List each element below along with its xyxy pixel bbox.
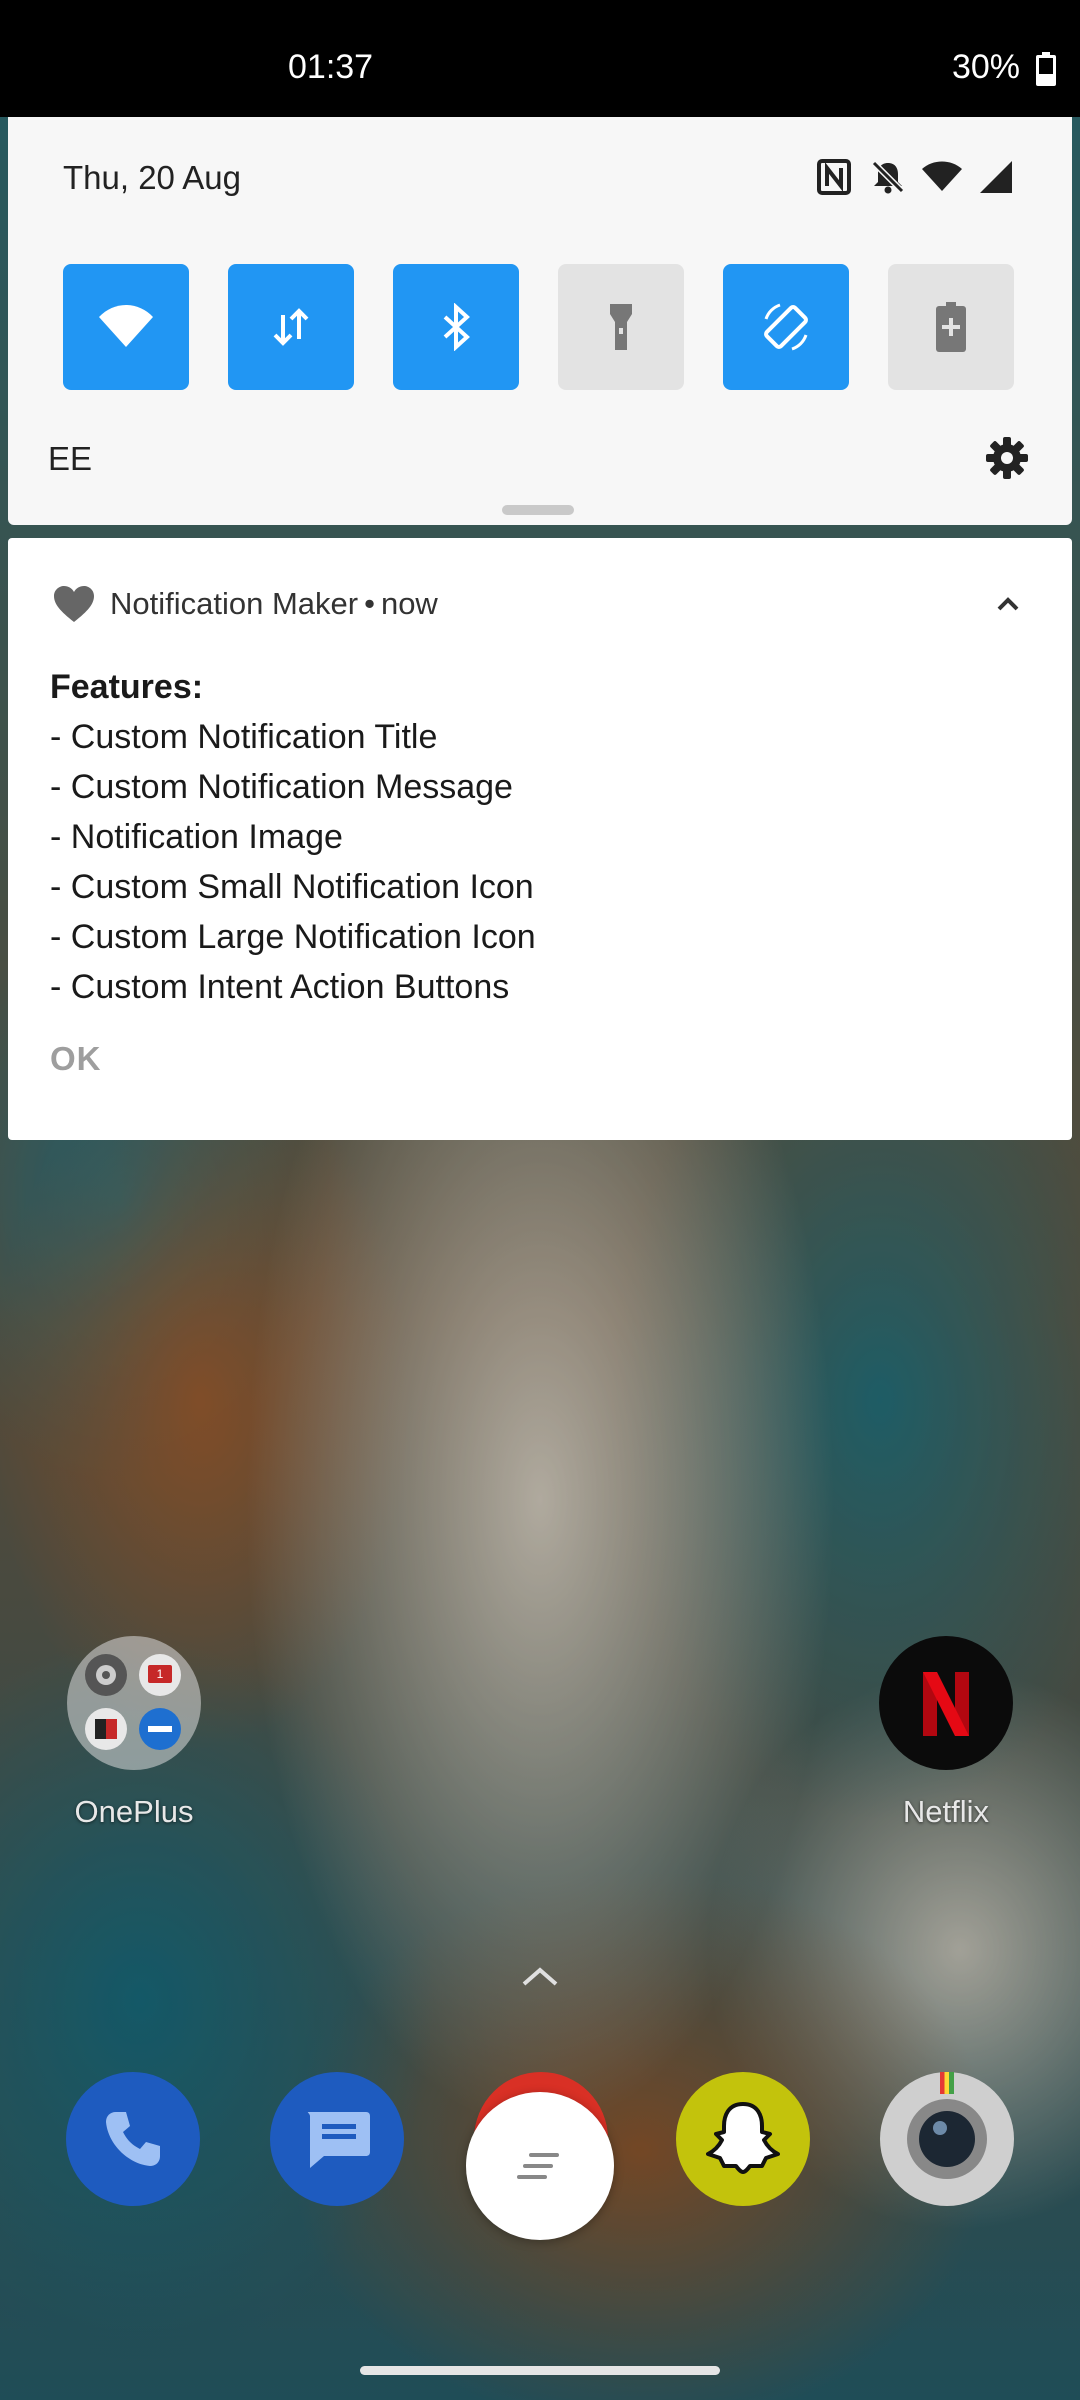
status-bar: 01:37 30% — [0, 0, 1080, 117]
notification-line: - Custom Notification Title — [50, 718, 438, 756]
camera-lens-icon — [907, 2099, 987, 2179]
notification-app-line: Notification Maker • now — [110, 586, 438, 622]
qs-date: Thu, 20 Aug — [63, 159, 241, 196]
folder-icon: 1 — [67, 1636, 201, 1770]
battery-icon — [1036, 52, 1056, 86]
data-transfer-icon — [273, 308, 309, 346]
nfc-icon — [814, 157, 854, 197]
cell-signal-icon — [976, 157, 1016, 197]
wifi-status-icon — [922, 157, 962, 197]
battery-percentage: 30% — [951, 48, 1020, 86]
mobile-data-tile[interactable] — [228, 264, 354, 390]
notification-title: Features: — [50, 668, 204, 706]
store-mini-icon: 1 — [139, 1654, 181, 1696]
minus-mini-icon — [139, 1708, 181, 1750]
settings-mini-icon — [85, 1654, 127, 1696]
camera-app[interactable] — [880, 2072, 1014, 2206]
ok-button[interactable]: OK — [50, 1040, 102, 1078]
notifications-off-icon — [868, 157, 908, 197]
folder-label: OnePlus — [74, 1794, 194, 1829]
notification-header: Notification Maker • now — [52, 584, 438, 624]
bluetooth-tile[interactable] — [393, 264, 519, 390]
wifi-icon — [99, 305, 153, 347]
notification-line: - Notification Image — [50, 818, 343, 856]
phone-app[interactable] — [66, 2072, 200, 2206]
netflix-app[interactable]: Netflix — [866, 1636, 1026, 1830]
ghost-icon — [706, 2102, 780, 2174]
message-icon — [307, 2112, 370, 2168]
store-badge: 1 — [148, 1665, 172, 1683]
status-clock: 01:37 — [288, 48, 374, 86]
switch-mini-icon — [85, 1708, 127, 1750]
chevron-up-drawer-icon[interactable] — [518, 1962, 562, 1990]
netflix-icon — [879, 1636, 1013, 1770]
oneplus-folder[interactable]: 1 OnePlus — [54, 1636, 214, 1830]
quick-tiles — [63, 264, 1014, 390]
chevron-up-icon[interactable] — [992, 588, 1024, 620]
notification-line: - Custom Large Notification Icon — [50, 918, 536, 956]
wifi-tile[interactable] — [63, 264, 189, 390]
notification-time: now — [380, 586, 438, 621]
search-bubble-button[interactable] — [466, 2092, 614, 2240]
auto-rotate-icon — [764, 303, 808, 351]
battery-saver-tile[interactable] — [888, 264, 1014, 390]
phone-icon — [106, 2112, 160, 2166]
notification-line: - Custom Small Notification Icon — [50, 868, 534, 906]
qs-status-icons — [814, 157, 1016, 197]
heart-icon — [54, 586, 94, 622]
notification-app-name: Notification Maker — [110, 586, 359, 621]
quick-settings-panel: Thu, 20 Aug EE — [8, 117, 1072, 525]
gesture-navigation-bar[interactable] — [360, 2366, 720, 2375]
snapchat-app[interactable] — [676, 2072, 810, 2206]
notification-separator: • — [364, 586, 375, 621]
notification-line: - Custom Intent Action Buttons — [50, 968, 510, 1006]
camera-stripe — [940, 2072, 954, 2094]
notification-line: - Custom Notification Message — [50, 768, 513, 806]
menu-lines-icon — [517, 2153, 559, 2179]
bluetooth-icon — [443, 303, 470, 351]
netflix-label: Netflix — [902, 1794, 990, 1829]
notification-card[interactable]: Notification Maker • now Features: - Custo… — [8, 538, 1072, 1140]
panel-drag-handle[interactable] — [502, 505, 574, 515]
auto-rotate-tile[interactable] — [723, 264, 849, 390]
carrier-label: EE — [48, 440, 93, 477]
flashlight-tile[interactable] — [558, 264, 684, 390]
notification-body: Features: - Custom Notification Title - … — [50, 662, 1030, 1012]
settings-gear-icon[interactable] — [986, 437, 1028, 479]
messages-app[interactable] — [270, 2072, 404, 2206]
battery-saver-icon — [936, 302, 966, 352]
flashlight-icon — [610, 304, 632, 350]
